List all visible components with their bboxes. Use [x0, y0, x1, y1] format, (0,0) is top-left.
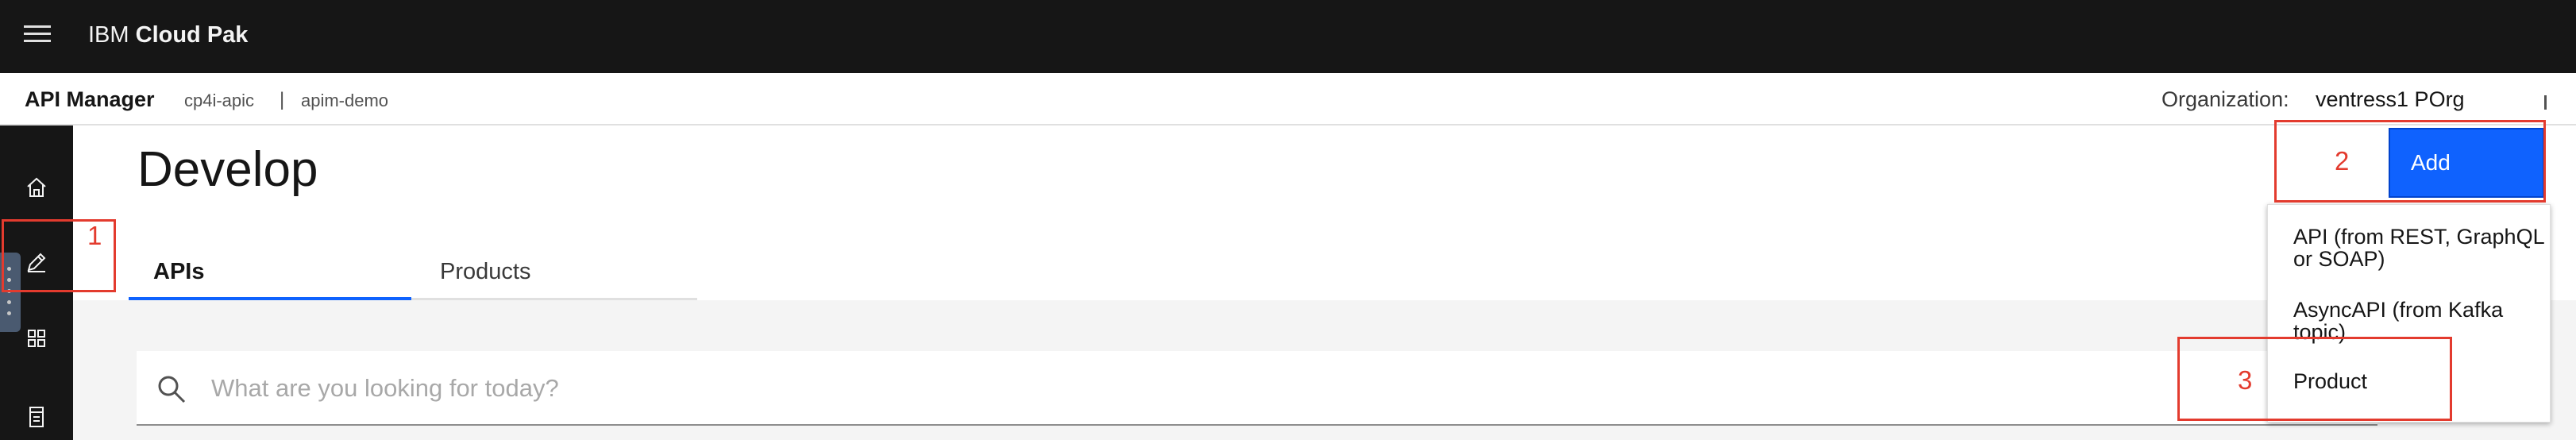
product-name: API Manager — [25, 87, 155, 111]
tab-products[interactable]: Products — [411, 246, 697, 300]
organization-selector[interactable]: ventress1 POrg — [2316, 87, 2465, 112]
namespace-label: cp4i-apic — [184, 91, 255, 110]
organization-caret-icon[interactable] — [2544, 95, 2547, 110]
brand-name: Cloud Pak — [135, 22, 249, 48]
annotation-number-3: 3 — [2238, 365, 2253, 395]
top-header: IBM Cloud Pak — [0, 0, 2576, 73]
catalog-icon[interactable] — [24, 403, 49, 429]
annotation-number-2: 2 — [2335, 146, 2350, 176]
page-title: Develop — [137, 142, 318, 197]
apps-grid-icon[interactable] — [24, 326, 49, 351]
sub-header: API Manager cp4i-apic | apim-demo Organi… — [0, 73, 2576, 125]
brand-logo[interactable]: IBM Cloud Pak — [88, 22, 248, 48]
annotation-box-2 — [2274, 120, 2546, 203]
search-input[interactable] — [211, 369, 2355, 408]
search-box[interactable] — [137, 351, 2377, 426]
home-icon[interactable] — [24, 175, 49, 200]
brand-prefix: IBM — [88, 22, 129, 48]
tab-list: APIs Products — [129, 246, 697, 300]
annotation-box-3 — [2177, 337, 2452, 421]
hamburger-menu-icon[interactable] — [24, 25, 51, 46]
search-icon — [158, 376, 186, 403]
organization-label: Organization: — [2161, 87, 2289, 111]
breadcrumb-separator: | — [280, 89, 285, 110]
tab-apis[interactable]: APIs — [129, 246, 411, 300]
menu-item-api[interactable]: API (from REST, GraphQL or SOAP) — [2293, 226, 2547, 270]
annotation-number-1: 1 — [87, 221, 102, 250]
instance-label: apim-demo — [301, 91, 389, 110]
